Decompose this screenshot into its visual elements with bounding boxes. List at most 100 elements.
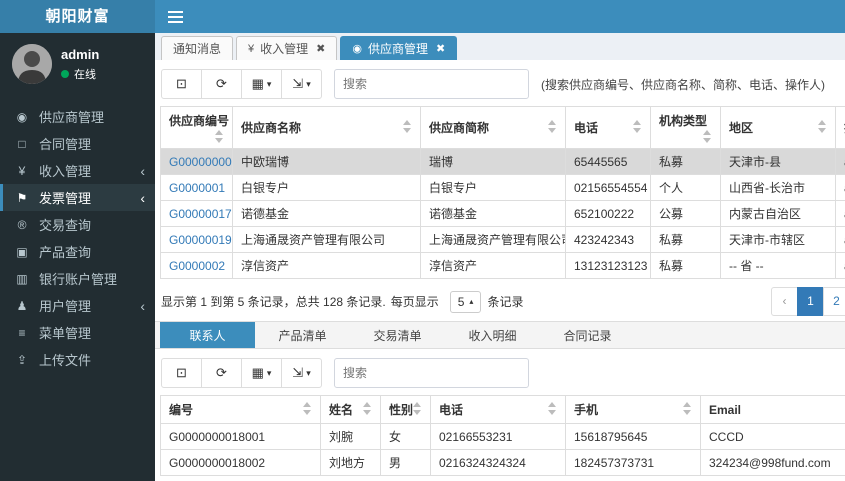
detail-tab-products[interactable]: 产品清单 [255, 322, 350, 348]
record-id-link[interactable]: G00000019 [160, 226, 233, 253]
close-icon[interactable]: ✖ [436, 42, 445, 55]
detail-tab-contracts[interactable]: 合同记录 [540, 322, 635, 348]
column-header[interactable]: 操作人 [835, 106, 845, 149]
table-header-row: 供应商编号供应商名称 供应商简称 电话 机构类型地区 操作人 [160, 106, 845, 149]
tab-notice[interactable]: 通知消息 [161, 36, 234, 60]
table-row[interactable]: G0000001白银专户白银专户02156554554个人山西省-长治市admi… [160, 174, 845, 201]
column-header[interactable]: 性别 [380, 395, 431, 424]
column-header[interactable]: 姓名 [320, 395, 381, 424]
sort-icon[interactable] [683, 402, 692, 415]
table-row[interactable]: G00000019 上海通晟资产管理有限公司 上海通晟资产管理有限公司 4232423… [160, 226, 845, 253]
supplier-icon: ◉ [16, 109, 28, 124]
column-header[interactable]: 编号 [160, 395, 321, 424]
user-name: admin [61, 46, 100, 62]
record-id-link[interactable]: G0000002 [160, 252, 233, 279]
sidebar-toggle-button[interactable] [168, 10, 183, 23]
record-id-link[interactable]: G0000000018 [160, 148, 233, 175]
column-header[interactable]: Email [700, 395, 845, 424]
export-button[interactable]: ⇲ ▾ [281, 69, 322, 99]
sort-icon[interactable] [413, 402, 422, 415]
record-id-link[interactable]: G0000001 [160, 174, 233, 201]
table-row[interactable]: G0000002淳信资产淳信资产13123123123私募-- 省 --admi… [160, 252, 845, 279]
sort-icon[interactable] [303, 402, 312, 415]
user-info: admin 在线 [61, 47, 99, 82]
table-row[interactable]: G00000017诺德基金诺德基金652100222公募内蒙古自治区admin [160, 200, 845, 227]
chevron-left-icon: ‹ [140, 297, 145, 314]
sidebar-item-label: 交易查询 [39, 218, 92, 233]
user-status-label: 在线 [74, 68, 96, 81]
column-header[interactable]: 供应商简称 [420, 106, 566, 149]
table-row[interactable]: G0000000018中欧瑞博瑞博65445565私募天津市-县admin [160, 148, 845, 175]
table-row[interactable]: G0000000018001 刘腕女 02166553231 15618795645 C… [160, 423, 845, 450]
column-header-label: 电话 [439, 403, 464, 417]
toggle-detail-view-button[interactable]: ⊡ [161, 358, 202, 388]
sidebar-item-trade[interactable]: ® 交易查询 [0, 211, 155, 238]
record-id-link[interactable]: G00000017 [160, 200, 233, 227]
refresh-button[interactable]: ⟳ [201, 69, 242, 99]
sidebar-item-contract[interactable]: □ 合同管理 [0, 130, 155, 157]
column-header[interactable]: 供应商名称 [232, 106, 421, 149]
per-page-label-after: 条记录 [487, 295, 524, 309]
column-header-label: 供应商编号 [169, 114, 230, 128]
pagination-prev-button[interactable]: ‹ [771, 287, 798, 316]
contacts-search-input[interactable] [334, 358, 529, 388]
tab-supplier[interactable]: ◉ 供应商管理 ✖ [340, 36, 458, 60]
chevron-left-icon: ‹ [140, 189, 145, 206]
columns-button[interactable]: ▦ ▾ [241, 358, 282, 388]
columns-button[interactable]: ▦ ▾ [241, 69, 282, 99]
table-cell: 324234@998fund.com [700, 449, 845, 476]
sidebar-item-label: 收入管理 [39, 164, 92, 179]
sort-icon[interactable] [363, 402, 372, 415]
table-cell: 65445565 [565, 148, 651, 175]
sidebar-item-income[interactable]: ¥ 收入管理 ‹ [0, 157, 155, 184]
table-cell: 652100222 [565, 200, 651, 227]
sort-icon[interactable] [818, 120, 827, 133]
tab-income[interactable]: ¥ 收入管理 ✖ [236, 36, 338, 60]
column-header[interactable]: 供应商编号 [160, 106, 233, 149]
column-header[interactable]: 电话 [565, 106, 651, 149]
sort-icon[interactable] [548, 120, 557, 133]
table-cell: 白银专户 [232, 174, 421, 201]
close-icon[interactable]: ✖ [316, 42, 325, 55]
table-cell: 淳信资产 [420, 252, 566, 279]
top-navbar [155, 0, 845, 33]
sort-icon[interactable] [633, 120, 642, 133]
sort-icon[interactable] [548, 402, 557, 415]
column-header[interactable]: 地区 [720, 106, 836, 149]
app-window: 朝阳财富 admin 在线 ◉ 供应商管理 □ 合同管理 ¥ 收入管理 ‹ ⚑ 发票管理 ‹ ® 交易… [0, 0, 845, 481]
sidebar-item-user[interactable]: ♟ 用户管理 ‹ [0, 292, 155, 319]
sidebar-item-invoice[interactable]: ⚑ 发票管理 ‹ [0, 184, 155, 211]
table-cell: 女 [380, 423, 431, 450]
table-cell: 182457373731 [565, 449, 701, 476]
detail-tab-contacts[interactable]: 联系人 [160, 322, 255, 348]
page-buttons: ‹ 1 2 [771, 287, 845, 316]
toggle-detail-view-button[interactable]: ⊡ [161, 69, 202, 99]
table-cell: admin [835, 226, 845, 253]
column-header[interactable]: 手机 [565, 395, 701, 424]
pagination-page-2-button[interactable]: 2 [823, 287, 845, 316]
toggle-detail-view-icon: ⊡ [176, 365, 187, 380]
export-icon: ⇲ [292, 76, 304, 91]
sidebar-item-supplier[interactable]: ◉ 供应商管理 [0, 103, 155, 130]
sort-icon[interactable] [215, 130, 224, 143]
table-row[interactable]: G0000000018002 刘地方男 0216324324324 182457373… [160, 449, 845, 476]
supplier-search-input[interactable] [334, 69, 529, 99]
table-cell: 淳信资产 [232, 252, 421, 279]
sidebar-item-menu[interactable]: ≡ 菜单管理 [0, 319, 155, 346]
column-header[interactable]: 电话 [430, 395, 566, 424]
refresh-button[interactable]: ⟳ [201, 358, 242, 388]
sidebar-item-label: 用户管理 [39, 299, 92, 314]
product-icon: ▣ [16, 244, 28, 259]
export-button[interactable]: ⇲ ▾ [281, 358, 322, 388]
pagination-page-1-button[interactable]: 1 [797, 287, 824, 316]
page-size-dropdown[interactable]: 5 ▴ [449, 290, 482, 313]
sidebar-item-product[interactable]: ▣ 产品查询 [0, 238, 155, 265]
sort-icon[interactable] [703, 130, 712, 143]
sidebar-item-upload[interactable]: ⇪ 上传文件 [0, 346, 155, 373]
column-header[interactable]: 机构类型 [650, 106, 721, 149]
detail-tab-income[interactable]: 收入明细 [445, 322, 540, 348]
detail-tab-trades[interactable]: 交易清单 [350, 322, 445, 348]
contacts-table: 编号 姓名 性别 电话 手机 Email G0000000018001 刘腕女 02166553… [160, 395, 845, 476]
sort-icon[interactable] [403, 120, 412, 133]
sidebar-item-bank[interactable]: ▥ 银行账户管理 [0, 265, 155, 292]
